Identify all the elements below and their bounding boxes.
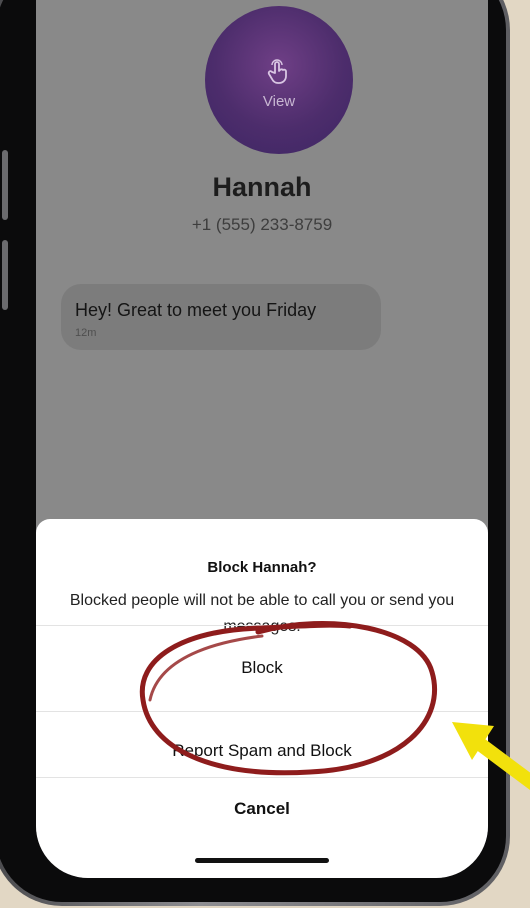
contact-photo-button[interactable]: View — [205, 6, 353, 154]
contact-name: Hannah — [212, 172, 312, 202]
message-timestamp: 12m — [75, 327, 97, 339]
sheet-title: Block Hannah? — [207, 559, 317, 576]
report-spam-and-block-label: Report Spam and Block — [172, 741, 352, 760]
volume-button — [2, 240, 8, 310]
cancel-button-label: Cancel — [234, 799, 290, 818]
screenshot-canvas: View Hannah +1 (555) 233-8759 Hey! Great… — [0, 0, 530, 908]
home-indicator — [195, 858, 329, 863]
contact-photo-label: View — [262, 92, 296, 110]
volume-button — [2, 150, 8, 220]
cancel-button[interactable]: Cancel — [36, 777, 488, 841]
block-button-label: Block — [241, 658, 283, 677]
block-contact-action-sheet: Block Hannah? Blocked people will not be… — [36, 519, 488, 878]
phone-screen: View Hannah +1 (555) 233-8759 Hey! Great… — [36, 0, 488, 878]
contact-phone-number: +1 (555) 233-8759 — [191, 215, 333, 234]
message-bubble: Hey! Great to meet you Friday 12m — [61, 284, 381, 350]
message-text: Hey! Great to meet you Friday — [75, 300, 317, 320]
block-button[interactable]: Block — [36, 625, 488, 711]
hand-pointer-icon — [267, 58, 287, 84]
